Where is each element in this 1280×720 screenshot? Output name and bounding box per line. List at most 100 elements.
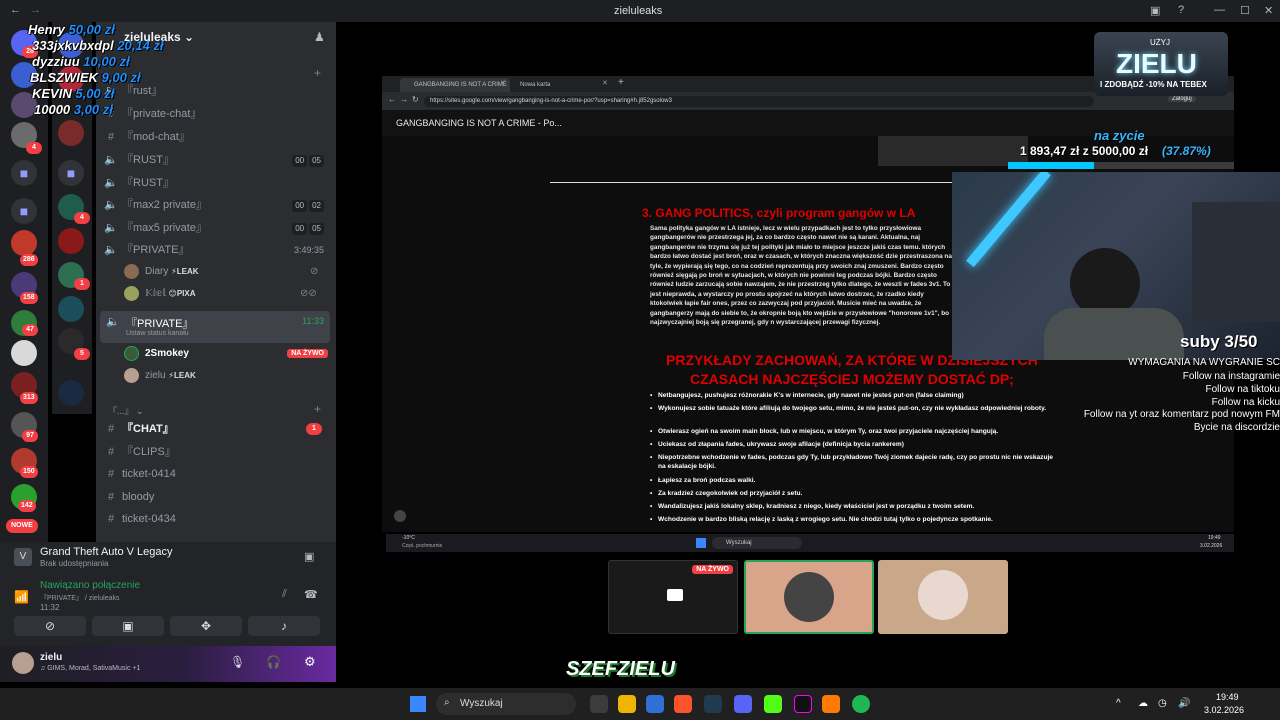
channel-item[interactable]: # 『CHAT』 1 (100, 418, 328, 440)
terminal-icon[interactable] (704, 695, 722, 713)
settings-icon[interactable]: ⚙ (304, 654, 316, 670)
maximize-button[interactable]: ☐ (1240, 4, 1250, 17)
app-icon[interactable] (822, 695, 840, 713)
folder-icon[interactable]: ■ (11, 160, 37, 186)
spotify-icon[interactable] (852, 695, 870, 713)
settings-fab-icon[interactable] (394, 510, 406, 522)
hash-icon: # (107, 468, 115, 480)
hash-icon: # (107, 131, 115, 143)
server-icon[interactable] (58, 296, 84, 322)
avatar (784, 572, 834, 622)
server-icon[interactable] (58, 380, 84, 406)
voice-user[interactable]: 𝕂𝕚𝕖𝕝 😊PIXA ⊘⊘ (124, 284, 317, 304)
list-item: Łapiesz za broń podczas walki. (650, 477, 1058, 486)
server-tag: ⚡LEAK (168, 371, 196, 380)
start-icon[interactable] (410, 696, 426, 712)
file-explorer-icon[interactable] (618, 695, 636, 713)
minimize-button[interactable]: — (1214, 4, 1225, 16)
requirement-item: Follow na tiktoku (1205, 384, 1280, 395)
channel-item[interactable]: 🔈 『PRIVATE』 3:49:35 (100, 239, 328, 261)
reload-icon[interactable]: ↻ (412, 95, 419, 104)
channel-item[interactable]: 🔈 『max2 private』 00 02 (100, 194, 328, 216)
hash-icon: # (107, 423, 115, 435)
volume-icon[interactable]: 🔊 (1178, 698, 1190, 709)
stream-thumbnail[interactable]: NA ŻYWO (608, 560, 738, 634)
plus-icon[interactable]: + (314, 66, 321, 80)
voice-user[interactable]: Diary ⚡LEAK ⊘ (124, 262, 318, 282)
task-view-icon[interactable] (590, 695, 608, 713)
kick-icon[interactable] (764, 695, 782, 713)
donation-item: Henry 50,00 zł (28, 22, 115, 37)
folder-icon[interactable]: ■ (11, 198, 37, 224)
server-icon[interactable] (11, 230, 37, 256)
list-item: Za kradzież czegokolwiek od przyjaciół z… (650, 490, 1058, 499)
back-arrow-icon[interactable]: ← (10, 4, 21, 16)
brave-icon[interactable] (674, 695, 692, 713)
channel-item[interactable]: 🔈 『max5 private』 00 05 (100, 217, 328, 239)
close-button[interactable]: ✕ (1264, 4, 1273, 17)
goal-progress-fill (1008, 162, 1094, 169)
soundboard-button[interactable]: ♪ (248, 616, 320, 636)
tiktok-icon[interactable] (794, 695, 812, 713)
share-screen-button[interactable]: ▣ (92, 616, 164, 636)
channel-item[interactable]: # 『mod-chat』 (100, 126, 328, 148)
new-tab-icon[interactable]: + (618, 77, 624, 88)
server-icon[interactable] (11, 340, 37, 366)
close-tab-icon[interactable]: ✕ (500, 79, 506, 87)
noise-suppression-icon[interactable]: ⫽ (282, 588, 287, 601)
unread-badge: 5 (74, 348, 90, 360)
donation-feed: Henry 50,00 zł 333jxkvbxdpl 20,14 zł dyz… (28, 22, 188, 120)
participant-tile[interactable] (878, 560, 1008, 634)
channel-item[interactable]: 🔈 『RUST』 00 05 (100, 149, 328, 171)
camera-button[interactable]: ⊘ (14, 616, 86, 636)
back-arrow-icon[interactable]: ← (388, 95, 396, 104)
channel-item[interactable]: # bloody (100, 486, 328, 508)
address-bar[interactable]: https://sites.google.com/view/gangbangin… (424, 96, 1094, 107)
store-icon[interactable] (646, 695, 664, 713)
browser-tab-active[interactable]: GANGBANGING IS NOT A CRIME (400, 78, 510, 92)
taskbar-search[interactable]: Wyszukaj (436, 693, 576, 715)
soundboard-icon: ♪ (281, 619, 287, 633)
headphones-icon[interactable]: 🎧 (266, 655, 281, 669)
browser-tab[interactable]: Nowa karta (506, 78, 606, 92)
close-tab-icon[interactable]: ✕ (602, 79, 608, 87)
voice-user[interactable]: zielu ⚡LEAK (124, 366, 196, 386)
microphone-icon[interactable]: 🎙 (230, 655, 245, 669)
network-icon[interactable]: ◷ (1158, 698, 1167, 709)
voice-duration: 3:49:35 (293, 245, 324, 255)
folder-icon[interactable]: ■ (58, 160, 84, 186)
plus-icon[interactable]: + (314, 402, 321, 416)
server-icon[interactable] (58, 228, 84, 254)
channel-item[interactable]: # ticket-0414 (100, 463, 328, 485)
requirement-item: Bycie na discordzie (1193, 422, 1280, 433)
sign-in-button[interactable]: Zaloguj (1168, 96, 1196, 102)
start-icon[interactable] (696, 538, 706, 548)
help-icon[interactable]: ? (1178, 4, 1184, 16)
cloud-icon[interactable]: ☁ (1138, 698, 1148, 709)
channel-item[interactable]: 🔈 『RUST』 (100, 172, 328, 194)
channel-status[interactable]: Ustaw status kanału (126, 330, 189, 337)
deafen-icon: ⊘⊘ (300, 288, 317, 299)
unread-badge: 97 (22, 430, 38, 442)
avatar[interactable] (12, 652, 34, 674)
chevron-up-icon[interactable]: ^ (1116, 698, 1121, 709)
list-item: Uciekasz od złapania fades, ukrywasz swo… (650, 441, 1058, 450)
server-icon[interactable] (58, 120, 84, 146)
forward-arrow-icon[interactable]: → (400, 95, 408, 104)
channel-item[interactable]: # 『CLIPS』 (100, 441, 328, 463)
active-voice-channel[interactable]: 🔈 『PRIVATE』 11:33 Ustaw status kanału (100, 311, 330, 343)
disconnect-icon[interactable]: ☎ (304, 588, 318, 601)
inbox-icon[interactable]: ▣ (1150, 4, 1160, 17)
server-tag: 😊PIXA (168, 289, 196, 298)
forward-arrow-icon[interactable]: → (30, 4, 41, 16)
participant-tile[interactable] (744, 560, 874, 634)
category-header[interactable]: 『...』 ⌄ (108, 404, 144, 417)
discord-icon[interactable] (734, 695, 752, 713)
screen-share-icon[interactable]: ▣ (304, 550, 314, 563)
activities-button[interactable]: ✥ (170, 616, 242, 636)
voice-user[interactable]: 2Smokey (124, 344, 189, 364)
donation-item: dyzziuu 10,00 zł (32, 54, 130, 69)
add-friend-icon[interactable]: ♟ (314, 30, 325, 44)
channel-item[interactable]: # ticket-0434 (100, 508, 328, 530)
search-box[interactable]: Wyszukaj (712, 537, 802, 549)
